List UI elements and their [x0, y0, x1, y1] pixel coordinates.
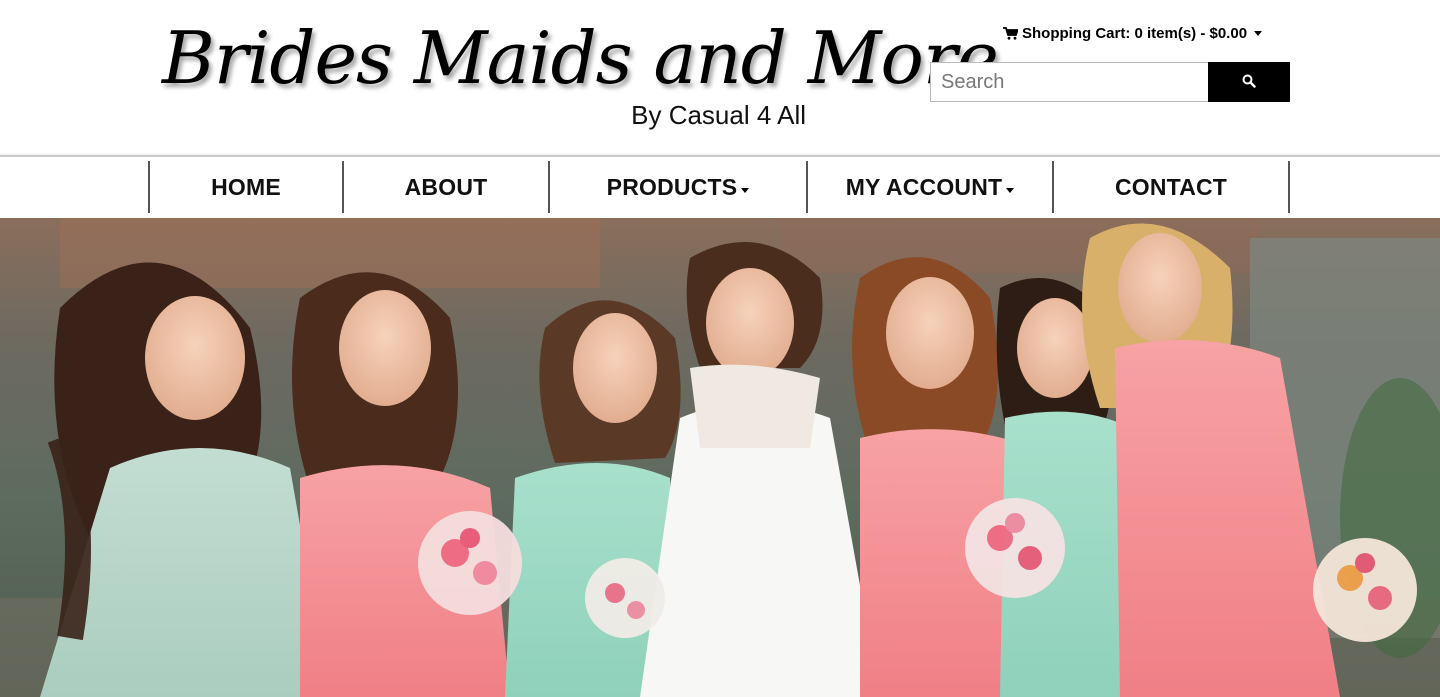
shopping-cart-dropdown[interactable]: Shopping Cart: 0 item(s) - $0.00: [1003, 22, 1263, 44]
nav-item-label: HOME: [211, 173, 281, 200]
site-header: Brides Maids and More By Casual 4 All Sh…: [0, 0, 1440, 155]
nav-item-label: MY ACCOUNT: [845, 173, 1003, 200]
nav-item-label: PRODUCTS: [606, 173, 738, 200]
nav-item-products[interactable]: PRODUCTS: [548, 161, 806, 213]
logo-subtitle: By Casual 4 All: [631, 100, 806, 130]
cart-label: Shopping Cart: 0 item(s) - $0.00: [1022, 24, 1248, 42]
nav-item-my-account[interactable]: MY ACCOUNT: [806, 161, 1052, 213]
shopping-cart-icon: [1003, 26, 1019, 40]
nav-item-about[interactable]: ABOUT: [342, 161, 548, 213]
nav-item-contact[interactable]: CONTACT: [1052, 161, 1290, 213]
chevron-down-icon: [1254, 30, 1263, 36]
nav-item-label: CONTACT: [1114, 173, 1228, 200]
chevron-down-icon: [741, 187, 750, 193]
logo-title: Brides Maids and More: [162, 16, 999, 100]
search-input[interactable]: [930, 62, 1208, 102]
search-form: [930, 62, 1290, 102]
site-logo[interactable]: Brides Maids and More By Casual 4 All: [162, 14, 999, 134]
main-navigation: HOME ABOUT PRODUCTS MY ACCOUNT CONTACT: [0, 155, 1440, 218]
nav-item-label: ABOUT: [404, 173, 488, 200]
nav-item-home[interactable]: HOME: [148, 161, 342, 213]
search-icon: [1242, 74, 1256, 91]
hero-banner-image: [0, 218, 1440, 697]
search-button[interactable]: [1208, 62, 1290, 102]
chevron-down-icon: [1006, 187, 1015, 193]
bridal-party-photo: [0, 218, 1440, 697]
